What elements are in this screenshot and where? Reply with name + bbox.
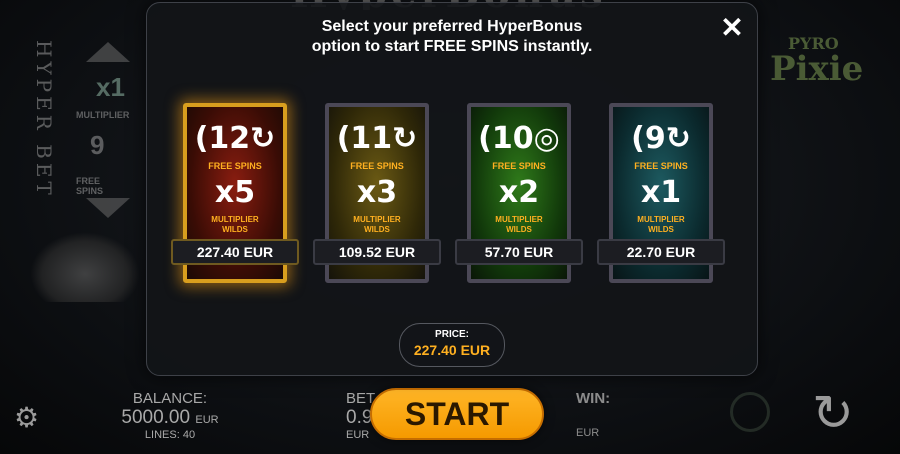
option-multiplier: x2 <box>498 175 540 210</box>
option-spins: (9↻ <box>631 121 691 156</box>
price-value: 227.40 EUR <box>413 342 491 358</box>
option-multiplier: x3 <box>356 175 398 210</box>
option-multiplier: x1 <box>640 175 682 210</box>
bonus-option-4[interactable]: (9↻ FREE SPINS x1 MULTIPLIER WILDS 22.70 … <box>597 103 737 283</box>
hyper-bet-label: HYPER BET <box>32 40 56 199</box>
close-icon[interactable]: ✕ <box>719 14 745 42</box>
option-price[interactable]: 109.52 EUR <box>313 239 441 265</box>
lines-count: LINES: 40 <box>144 429 196 441</box>
bonus-option-3[interactable]: (10◎ FREE SPINS x2 MULTIPLIER WILDS 57.70… <box>455 103 595 283</box>
option-multiplier-label: MULTIPLIER WILDS <box>637 215 685 234</box>
autoplay-icon[interactable] <box>730 392 770 432</box>
option-free-spins-label: FREE SPINS <box>208 161 262 171</box>
bet-down-arrow-icon[interactable] <box>86 198 130 218</box>
option-price[interactable]: 227.40 EUR <box>171 239 299 265</box>
dialog-message-line2: option to start FREE SPINS instantly. <box>311 38 593 55</box>
option-price[interactable]: 22.70 EUR <box>597 239 725 265</box>
option-spins: (12↻ <box>194 121 276 156</box>
option-multiplier: x5 <box>214 175 256 210</box>
lotus-decoration <box>30 232 140 302</box>
hyper-bet-spins: 9 <box>90 130 105 160</box>
win-display: WIN: EUR <box>576 390 610 439</box>
pyro-pixie-logo: PYRO Pixie <box>770 36 864 89</box>
bonus-option-2[interactable]: (11↻ FREE SPINS x3 MULTIPLIER WILDS 109.5… <box>313 103 453 283</box>
hyper-bet-multiplier-label: MULTIPLIER <box>76 110 130 120</box>
option-multiplier-label: MULTIPLIER WILDS <box>353 215 401 234</box>
settings-gear-icon[interactable]: ⚙ <box>14 404 42 432</box>
win-label: WIN: <box>576 390 611 407</box>
balance-currency: EUR <box>195 414 219 426</box>
balance-value: 5000.00 <box>121 407 191 428</box>
option-free-spins-label: FREE SPINS <box>492 161 546 171</box>
balance-display: BALANCE: 5000.00 EUR LINES: 40 <box>100 390 240 441</box>
option-spins: (10◎ <box>478 121 560 156</box>
dialog-message-line1: Select your preferred HyperBonus <box>321 18 583 35</box>
balance-label: BALANCE: <box>132 390 208 407</box>
option-spins: (11↻ <box>336 121 418 156</box>
hyper-bet-multiplier: x1 <box>96 72 125 102</box>
spin-refresh-icon[interactable]: ↻ <box>806 386 860 440</box>
option-multiplier-label: MULTIPLIER WILDS <box>495 215 543 234</box>
hyper-bet-panel: HYPER BET x1 MULTIPLIER 9 FREE SPINS <box>18 30 130 260</box>
option-price[interactable]: 57.70 EUR <box>455 239 583 265</box>
hyperbonus-dialog: Select your preferred HyperBonus option … <box>146 2 758 376</box>
win-currency: EUR <box>576 427 600 439</box>
start-button[interactable]: START <box>370 388 544 440</box>
bet-up-arrow-icon[interactable] <box>86 42 130 62</box>
bet-currency: EUR <box>346 429 370 441</box>
bonus-option-1[interactable]: (12↻ FREE SPINS x5 MULTIPLIER WILDS 227.4… <box>171 103 311 283</box>
option-free-spins-label: FREE SPINS <box>634 161 688 171</box>
price-label: PRICE: <box>435 329 469 340</box>
option-multiplier-label: MULTIPLIER WILDS <box>211 215 259 234</box>
pyro-logo-line2: Pixie <box>770 49 864 89</box>
selected-price-box: PRICE: 227.40 EUR <box>399 323 505 367</box>
dialog-message: Select your preferred HyperBonus option … <box>147 17 757 57</box>
option-free-spins-label: FREE SPINS <box>350 161 404 171</box>
hyper-bet-spins-label: FREE SPINS <box>76 176 104 196</box>
